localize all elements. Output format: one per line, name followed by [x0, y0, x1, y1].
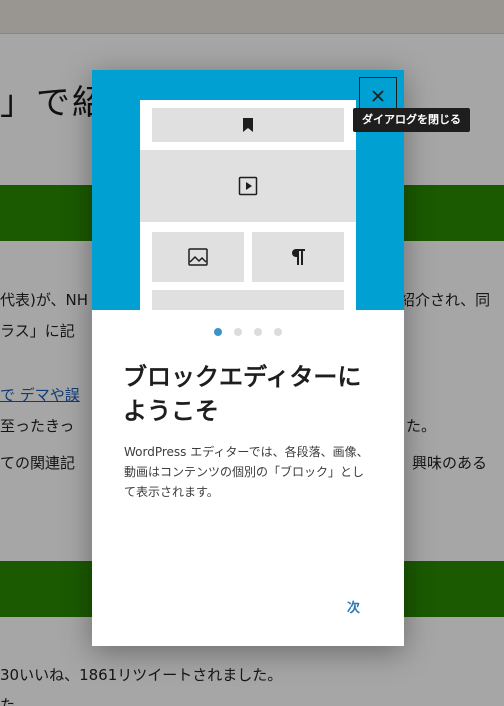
page-indicator [92, 328, 404, 336]
bookmark-icon [243, 118, 253, 132]
page-dot[interactable] [214, 328, 222, 336]
welcome-guide-modal: ブロックエディターにようこそ WordPress エディターでは、各段落、画像、… [92, 70, 404, 646]
page-dot[interactable] [274, 328, 282, 336]
mock-block [140, 150, 356, 222]
editor-mockup [140, 100, 356, 310]
video-icon [238, 176, 258, 196]
page-dot[interactable] [254, 328, 262, 336]
close-tooltip: ダイアログを閉じる [353, 108, 470, 132]
next-button[interactable]: 次 [347, 597, 360, 616]
paragraph-icon [292, 249, 305, 265]
mock-block [252, 232, 344, 282]
mock-block [152, 232, 244, 282]
mock-block [152, 290, 344, 310]
page-dot[interactable] [234, 328, 242, 336]
mock-block [152, 108, 344, 142]
modal-description: WordPress エディターでは、各段落、画像、動画はコンテンツの個別の「ブロ… [124, 445, 369, 499]
image-icon [188, 248, 208, 266]
close-icon [372, 90, 384, 102]
modal-illustration [92, 70, 404, 310]
modal-title: ブロックエディターにようこそ [123, 363, 362, 425]
